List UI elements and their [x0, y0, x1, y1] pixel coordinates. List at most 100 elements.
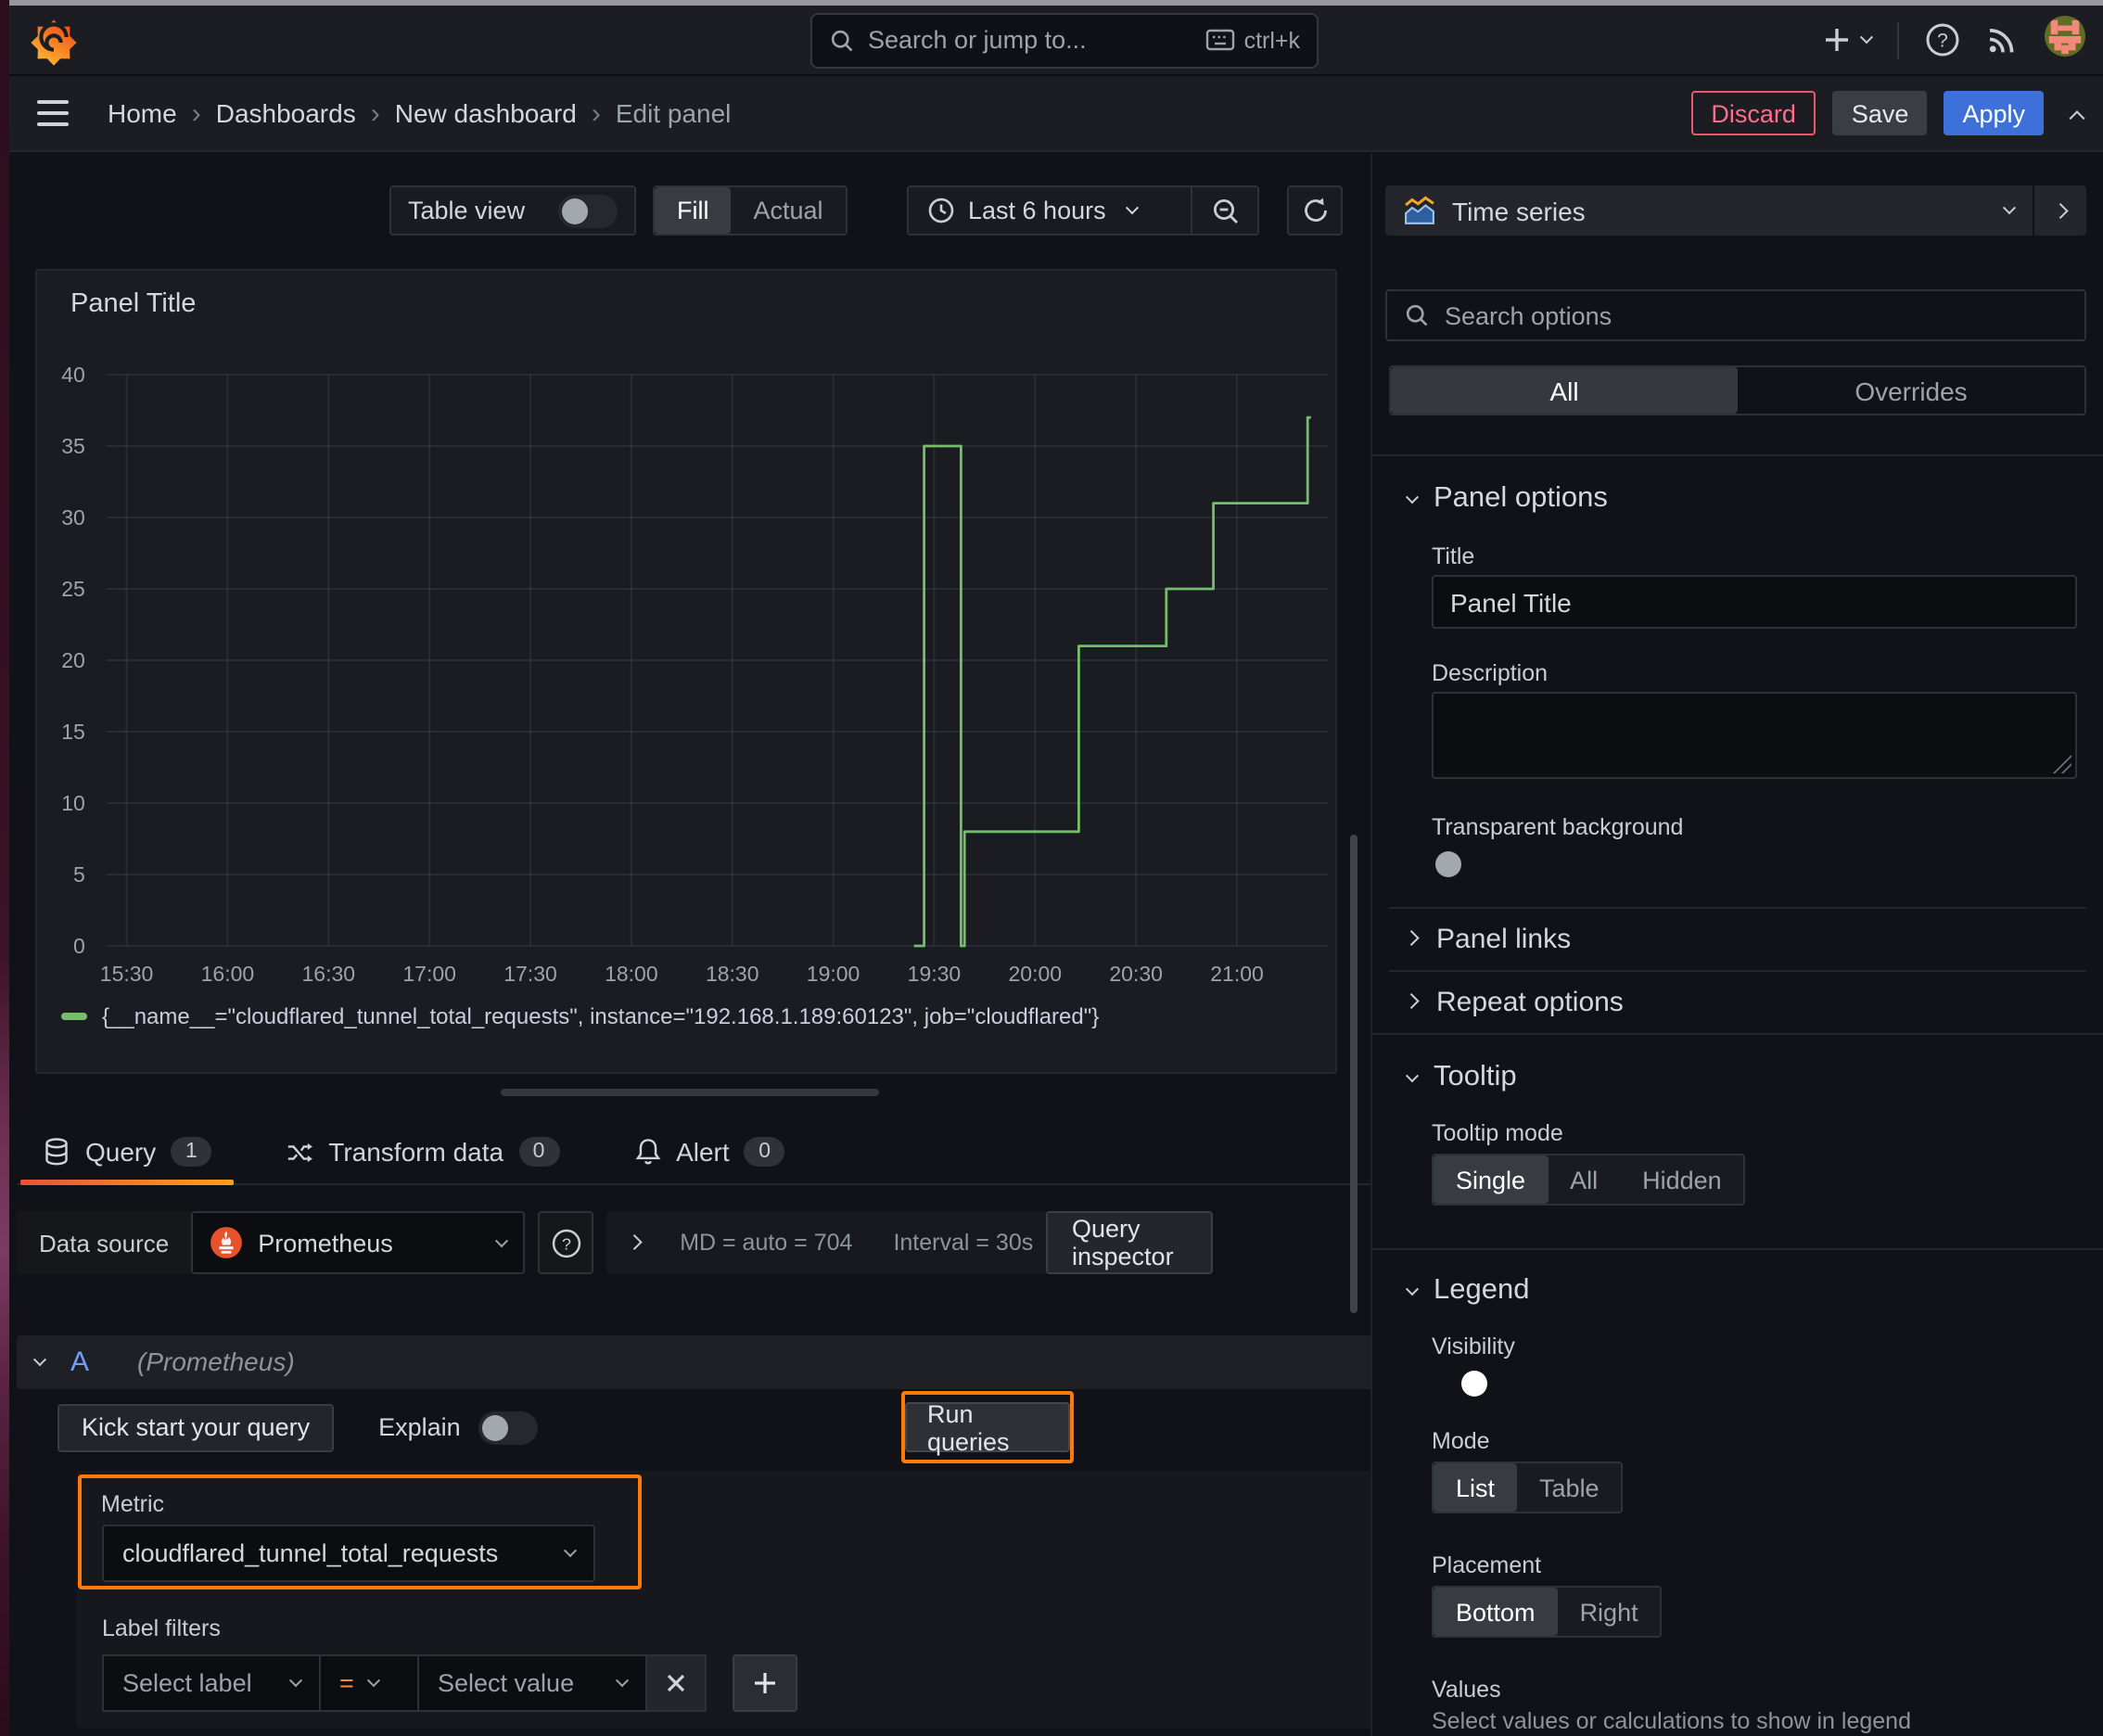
title-field-label: Title [1432, 543, 1475, 569]
tab-query[interactable]: Query 1 [17, 1120, 237, 1185]
options-search-input[interactable]: Search options [1385, 289, 2086, 341]
description-field-label: Description [1432, 660, 1549, 686]
tab-all[interactable]: All [1391, 367, 1738, 414]
time-picker: Last 6 hours [907, 185, 1259, 236]
zoom-out-time-button[interactable] [1191, 187, 1257, 234]
add-filter-button[interactable] [733, 1654, 797, 1712]
svg-text:18:30: 18:30 [706, 962, 759, 986]
datasource-help-button[interactable]: ? [538, 1211, 594, 1274]
datasource-row: Data source Prometheus ? MD = auto = 704… [17, 1211, 1214, 1274]
legend-section-header[interactable]: Legend [1404, 1274, 1529, 1308]
chevron-down-icon [615, 1674, 630, 1688]
collapse-controls-button[interactable] [2069, 108, 2085, 127]
toggle-viz-suggestions-button[interactable] [2034, 185, 2086, 236]
help-icon: ? [551, 1228, 580, 1257]
run-queries-button[interactable]: Run queries [905, 1399, 1070, 1455]
label-select-placeholder: Select label [122, 1669, 252, 1697]
options-search-placeholder: Search options [1445, 301, 1612, 329]
panel-options-title: Panel options [1434, 482, 1608, 514]
legend-mode-table[interactable]: Table [1517, 1463, 1622, 1512]
table-view-control: Table view [389, 185, 636, 236]
label-select[interactable]: Select label [102, 1654, 321, 1712]
chart-legend-item[interactable]: {__name__="cloudflared_tunnel_total_requ… [61, 1003, 1099, 1029]
chevron-right-icon[interactable] [626, 1235, 642, 1250]
tab-transform-label: Transform data [328, 1137, 504, 1167]
panel-title-input[interactable]: Panel Title [1432, 575, 2077, 629]
global-search-input[interactable]: Search or jump to... ctrl+k [810, 12, 1319, 68]
panel-description-textarea[interactable] [1432, 692, 2077, 779]
legend-placement-right[interactable]: Right [1558, 1588, 1661, 1636]
search-icon [831, 29, 853, 51]
panel-options-section-header[interactable]: Panel options [1404, 482, 1608, 516]
tab-overrides[interactable]: Overrides [1738, 367, 2084, 414]
menu-toggle-button[interactable] [37, 100, 69, 126]
user-avatar[interactable] [2044, 15, 2086, 67]
time-range-button[interactable]: Last 6 hours [909, 197, 1191, 224]
nav-divider [1897, 21, 1899, 59]
query-datasource-hint: (Prometheus) [137, 1347, 295, 1376]
search-icon [1406, 304, 1428, 326]
svg-text:5: 5 [73, 862, 85, 887]
tooltip-mode-segmented: Single All Hidden [1432, 1154, 1746, 1206]
tooltip-section-header[interactable]: Tooltip [1404, 1061, 1517, 1094]
svg-text:?: ? [561, 1233, 570, 1252]
chevron-down-icon [2002, 201, 2017, 215]
add-new-button[interactable] [1823, 27, 1874, 55]
tooltip-mode-hidden[interactable]: Hidden [1620, 1155, 1744, 1204]
operator-value: = [339, 1669, 354, 1697]
news-button[interactable] [1986, 25, 2018, 57]
fill-option[interactable]: Fill [655, 187, 732, 234]
kick-start-query-button[interactable]: Kick start your query [57, 1403, 335, 1451]
breadcrumb-new-dashboard[interactable]: New dashboard [395, 98, 577, 128]
svg-text:25: 25 [61, 577, 85, 601]
background-window-sliver [0, 0, 9, 1736]
scrollbar-thumb[interactable] [1350, 835, 1357, 1313]
clock-icon [928, 198, 954, 223]
operator-select[interactable]: = [321, 1654, 419, 1712]
repeat-options-section[interactable]: Repeat options [1389, 970, 2086, 1031]
svg-text:15:30: 15:30 [100, 962, 154, 986]
all-overrides-segmented: All Overrides [1389, 365, 2086, 415]
table-view-toggle[interactable] [558, 194, 618, 227]
tooltip-mode-single[interactable]: Single [1434, 1155, 1549, 1204]
grafana-logo-icon[interactable] [30, 18, 78, 66]
close-icon [667, 1674, 685, 1692]
help-button[interactable]: ? [1925, 23, 1960, 58]
value-select[interactable]: Select value [419, 1654, 647, 1712]
plus-icon [1826, 29, 1848, 52]
save-button[interactable]: Save [1832, 91, 1928, 135]
visualization-picker[interactable]: Time series [1385, 185, 2033, 236]
breadcrumb-edit-panel: Edit panel [615, 98, 732, 128]
legend-mode-list[interactable]: List [1434, 1463, 1518, 1512]
remove-filter-button[interactable] [647, 1654, 707, 1712]
datasource-name: Prometheus [258, 1229, 393, 1257]
chart-panel[interactable]: Panel Title 0 5 10 15 20 25 30 35 40 15:30 16:00 16… [35, 269, 1337, 1074]
collapse-query-icon[interactable] [32, 1352, 47, 1366]
refresh-button[interactable] [1287, 185, 1343, 236]
tooltip-mode-all[interactable]: All [1548, 1155, 1620, 1204]
apply-button[interactable]: Apply [1944, 91, 2044, 135]
query-inspector-button[interactable]: Query inspector [1046, 1211, 1214, 1274]
svg-text:35: 35 [61, 434, 85, 458]
datasource-select[interactable]: Prometheus [191, 1211, 526, 1274]
explain-toggle[interactable] [478, 1410, 539, 1444]
grafana-edit-panel: Search or jump to... ctrl+k ? Home › Das… [0, 0, 2103, 1736]
breadcrumb: Home › Dashboards › New dashboard › Edit… [108, 97, 731, 129]
discard-button[interactable]: Discard [1690, 91, 1816, 135]
table-view-label: Table view [408, 197, 526, 224]
breadcrumb-separator-icon: › [191, 97, 201, 129]
actual-option[interactable]: Actual [732, 187, 846, 234]
explain-label: Explain [378, 1413, 461, 1441]
breadcrumb-dashboards[interactable]: Dashboards [216, 98, 356, 128]
resize-grip-icon[interactable] [2053, 755, 2071, 773]
tab-alert[interactable]: Alert 0 [607, 1120, 811, 1183]
tab-transform-count: 0 [518, 1136, 560, 1168]
timeseries-chart: 0 5 10 15 20 25 30 35 40 15:30 16:00 16:30 17:00 17:3… [61, 363, 1328, 986]
legend-placement-bottom[interactable]: Bottom [1434, 1588, 1558, 1636]
metric-select[interactable]: cloudflared_tunnel_total_requests [102, 1525, 595, 1582]
tab-transform-data[interactable]: Transform data 0 [260, 1120, 585, 1183]
panel-links-section[interactable]: Panel links [1389, 907, 2086, 968]
breadcrumb-home[interactable]: Home [108, 98, 177, 128]
fill-actual-segmented: Fill Actual [653, 185, 848, 236]
pane-resize-handle[interactable] [501, 1088, 879, 1096]
